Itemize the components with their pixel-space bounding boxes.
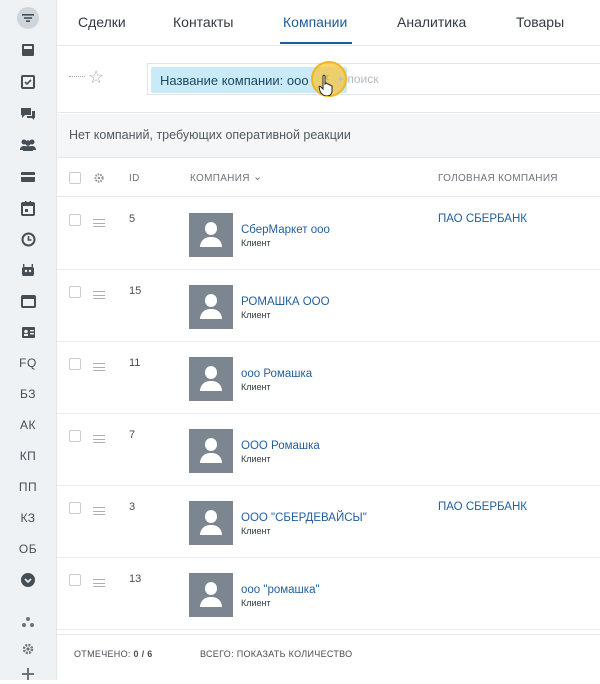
table-row[interactable]: 15 РОМАШКА ООО Клиент xyxy=(57,270,600,342)
company-type: Клиент xyxy=(241,526,271,536)
avatar xyxy=(189,573,233,617)
company-type: Клиент xyxy=(241,454,271,464)
total-count: ВСЕГО: ПОКАЗАТЬ КОЛИЧЕСТВО xyxy=(200,649,352,659)
drag-handle-icon[interactable] xyxy=(93,579,105,587)
row-id: 3 xyxy=(129,501,136,513)
settings-icon[interactable] xyxy=(93,172,105,184)
selected-value: 0 / 6 xyxy=(133,649,153,659)
column-id[interactable]: ID xyxy=(129,173,140,184)
row-id: 13 xyxy=(129,573,142,585)
notice-banner: Нет компаний, требующих оперативной реак… xyxy=(57,114,600,158)
book-icon[interactable] xyxy=(16,40,40,60)
filter-bar: ☆ Название компании: ооо × + поиск xyxy=(57,47,600,113)
row-id: 11 xyxy=(129,357,141,369)
row-id: 5 xyxy=(129,213,136,225)
row-checkbox[interactable] xyxy=(69,214,81,226)
card-icon[interactable] xyxy=(16,167,40,187)
top-navigation: Сделки Контакты Компании Аналитика Товар… xyxy=(57,0,600,46)
table-row[interactable]: 7 ООО Ромашка Клиент xyxy=(57,414,600,486)
selected-count: ОТМЕЧЕНО: 0 / 6 xyxy=(74,649,153,659)
show-count-link[interactable]: ПОКАЗАТЬ КОЛИЧЕСТВО xyxy=(237,649,353,659)
plus-icon[interactable] xyxy=(16,664,40,684)
checklist-icon[interactable] xyxy=(16,72,40,92)
company-name-link[interactable]: ооо "ромашка" xyxy=(241,584,320,596)
company-name-link[interactable]: РОМАШКА ООО xyxy=(241,296,330,308)
company-type: Клиент xyxy=(241,310,271,320)
sidebar-item-pp[interactable]: ПП xyxy=(16,477,40,497)
tab-deals[interactable]: Сделки xyxy=(78,14,126,30)
company-name-link[interactable]: ооо Ромашка xyxy=(241,368,312,380)
network-icon[interactable] xyxy=(16,612,40,632)
company-name-link[interactable]: СберМаркет ооо xyxy=(241,224,330,236)
table-row[interactable]: 13 ооо "ромашка" Клиент xyxy=(57,558,600,630)
company-type: Клиент xyxy=(241,238,271,248)
chevron-circle-icon[interactable] xyxy=(16,570,40,590)
star-icon[interactable]: ☆ xyxy=(88,67,104,88)
drag-handle-icon[interactable] xyxy=(93,291,105,299)
chat-icon[interactable] xyxy=(16,104,40,124)
window-icon[interactable] xyxy=(16,291,40,311)
drag-handle-icon[interactable] xyxy=(93,507,105,515)
avatar xyxy=(189,357,233,401)
company-name-link[interactable]: ООО Ромашка xyxy=(241,440,320,452)
table-header: ID КОМПАНИЯ ⌄ ГОЛОВНАЯ КОМПАНИЯ xyxy=(57,159,600,197)
users-icon[interactable] xyxy=(16,135,40,155)
avatar xyxy=(189,501,233,545)
row-checkbox[interactable] xyxy=(69,430,81,442)
table-row[interactable]: 5 СберМаркет ооо Клиент ПАО СБЕРБАНК xyxy=(57,198,600,270)
company-name-link[interactable]: ООО "СБЕРДЕВАЙСЫ" xyxy=(241,512,367,524)
sidebar-item-kp[interactable]: КП xyxy=(16,446,40,466)
hand-cursor-icon xyxy=(318,74,333,96)
tab-companies[interactable]: Компании xyxy=(283,14,347,30)
contact-card-icon[interactable] xyxy=(16,322,40,342)
row-checkbox[interactable] xyxy=(69,574,81,586)
tab-contacts[interactable]: Контакты xyxy=(173,14,233,30)
table-row[interactable]: 3 ООО "СБЕРДЕВАЙСЫ" Клиент ПАО СБЕРБАНК xyxy=(57,486,600,558)
row-id: 7 xyxy=(129,429,136,441)
sidebar-item-fq[interactable]: FQ xyxy=(16,353,40,373)
tab-analytics[interactable]: Аналитика xyxy=(397,14,466,30)
filter-icon[interactable] xyxy=(16,7,40,29)
avatar xyxy=(189,285,233,329)
table-row[interactable]: 11 ооо Ромашка Клиент xyxy=(57,342,600,414)
gear-icon[interactable] xyxy=(16,639,40,659)
search-input[interactable]: + поиск xyxy=(337,72,378,86)
row-checkbox[interactable] xyxy=(69,358,81,370)
drag-handle-icon[interactable] xyxy=(93,219,105,227)
left-sidebar: FQ БЗ АК КП ПП КЗ ОБ xyxy=(0,0,57,680)
company-type: Клиент xyxy=(241,598,271,608)
calendar-icon[interactable] xyxy=(16,198,40,218)
tab-products[interactable]: Товары xyxy=(516,14,564,30)
parent-company-link[interactable]: ПАО СБЕРБАНК xyxy=(438,213,527,225)
sidebar-item-kz[interactable]: КЗ xyxy=(16,508,40,528)
avatar xyxy=(189,213,233,257)
column-company[interactable]: КОМПАНИЯ xyxy=(190,173,250,184)
clock-icon[interactable] xyxy=(16,229,40,249)
total-label: ВСЕГО: xyxy=(200,649,234,659)
sort-chevron-icon[interactable]: ⌄ xyxy=(253,170,263,183)
row-checkbox[interactable] xyxy=(69,286,81,298)
selected-label: ОТМЕЧЕНО: xyxy=(74,649,131,659)
avatar xyxy=(189,429,233,473)
column-parent-company[interactable]: ГОЛОВНАЯ КОМПАНИЯ xyxy=(438,173,558,184)
drag-handle-icon[interactable] xyxy=(93,435,105,443)
drag-handle-icon[interactable] xyxy=(93,363,105,371)
robot-icon[interactable] xyxy=(16,260,40,280)
sidebar-item-bz[interactable]: БЗ xyxy=(16,384,40,404)
filter-chip-label: Название компании: ооо xyxy=(160,73,309,88)
row-checkbox[interactable] xyxy=(69,502,81,514)
row-id: 15 xyxy=(129,285,142,297)
table-footer: ОТМЕЧЕНО: 0 / 6 ВСЕГО: ПОКАЗАТЬ КОЛИЧЕСТ… xyxy=(57,634,600,674)
select-all-checkbox[interactable] xyxy=(69,172,81,184)
sidebar-item-ak[interactable]: АК xyxy=(16,415,40,435)
company-type: Клиент xyxy=(241,382,271,392)
more-dots-icon[interactable] xyxy=(69,76,85,77)
parent-company-link[interactable]: ПАО СБЕРБАНК xyxy=(438,501,527,513)
notice-text: Нет компаний, требующих оперативной реак… xyxy=(69,128,351,142)
sidebar-item-ob[interactable]: ОБ xyxy=(16,539,40,559)
active-tab-indicator xyxy=(280,42,352,44)
